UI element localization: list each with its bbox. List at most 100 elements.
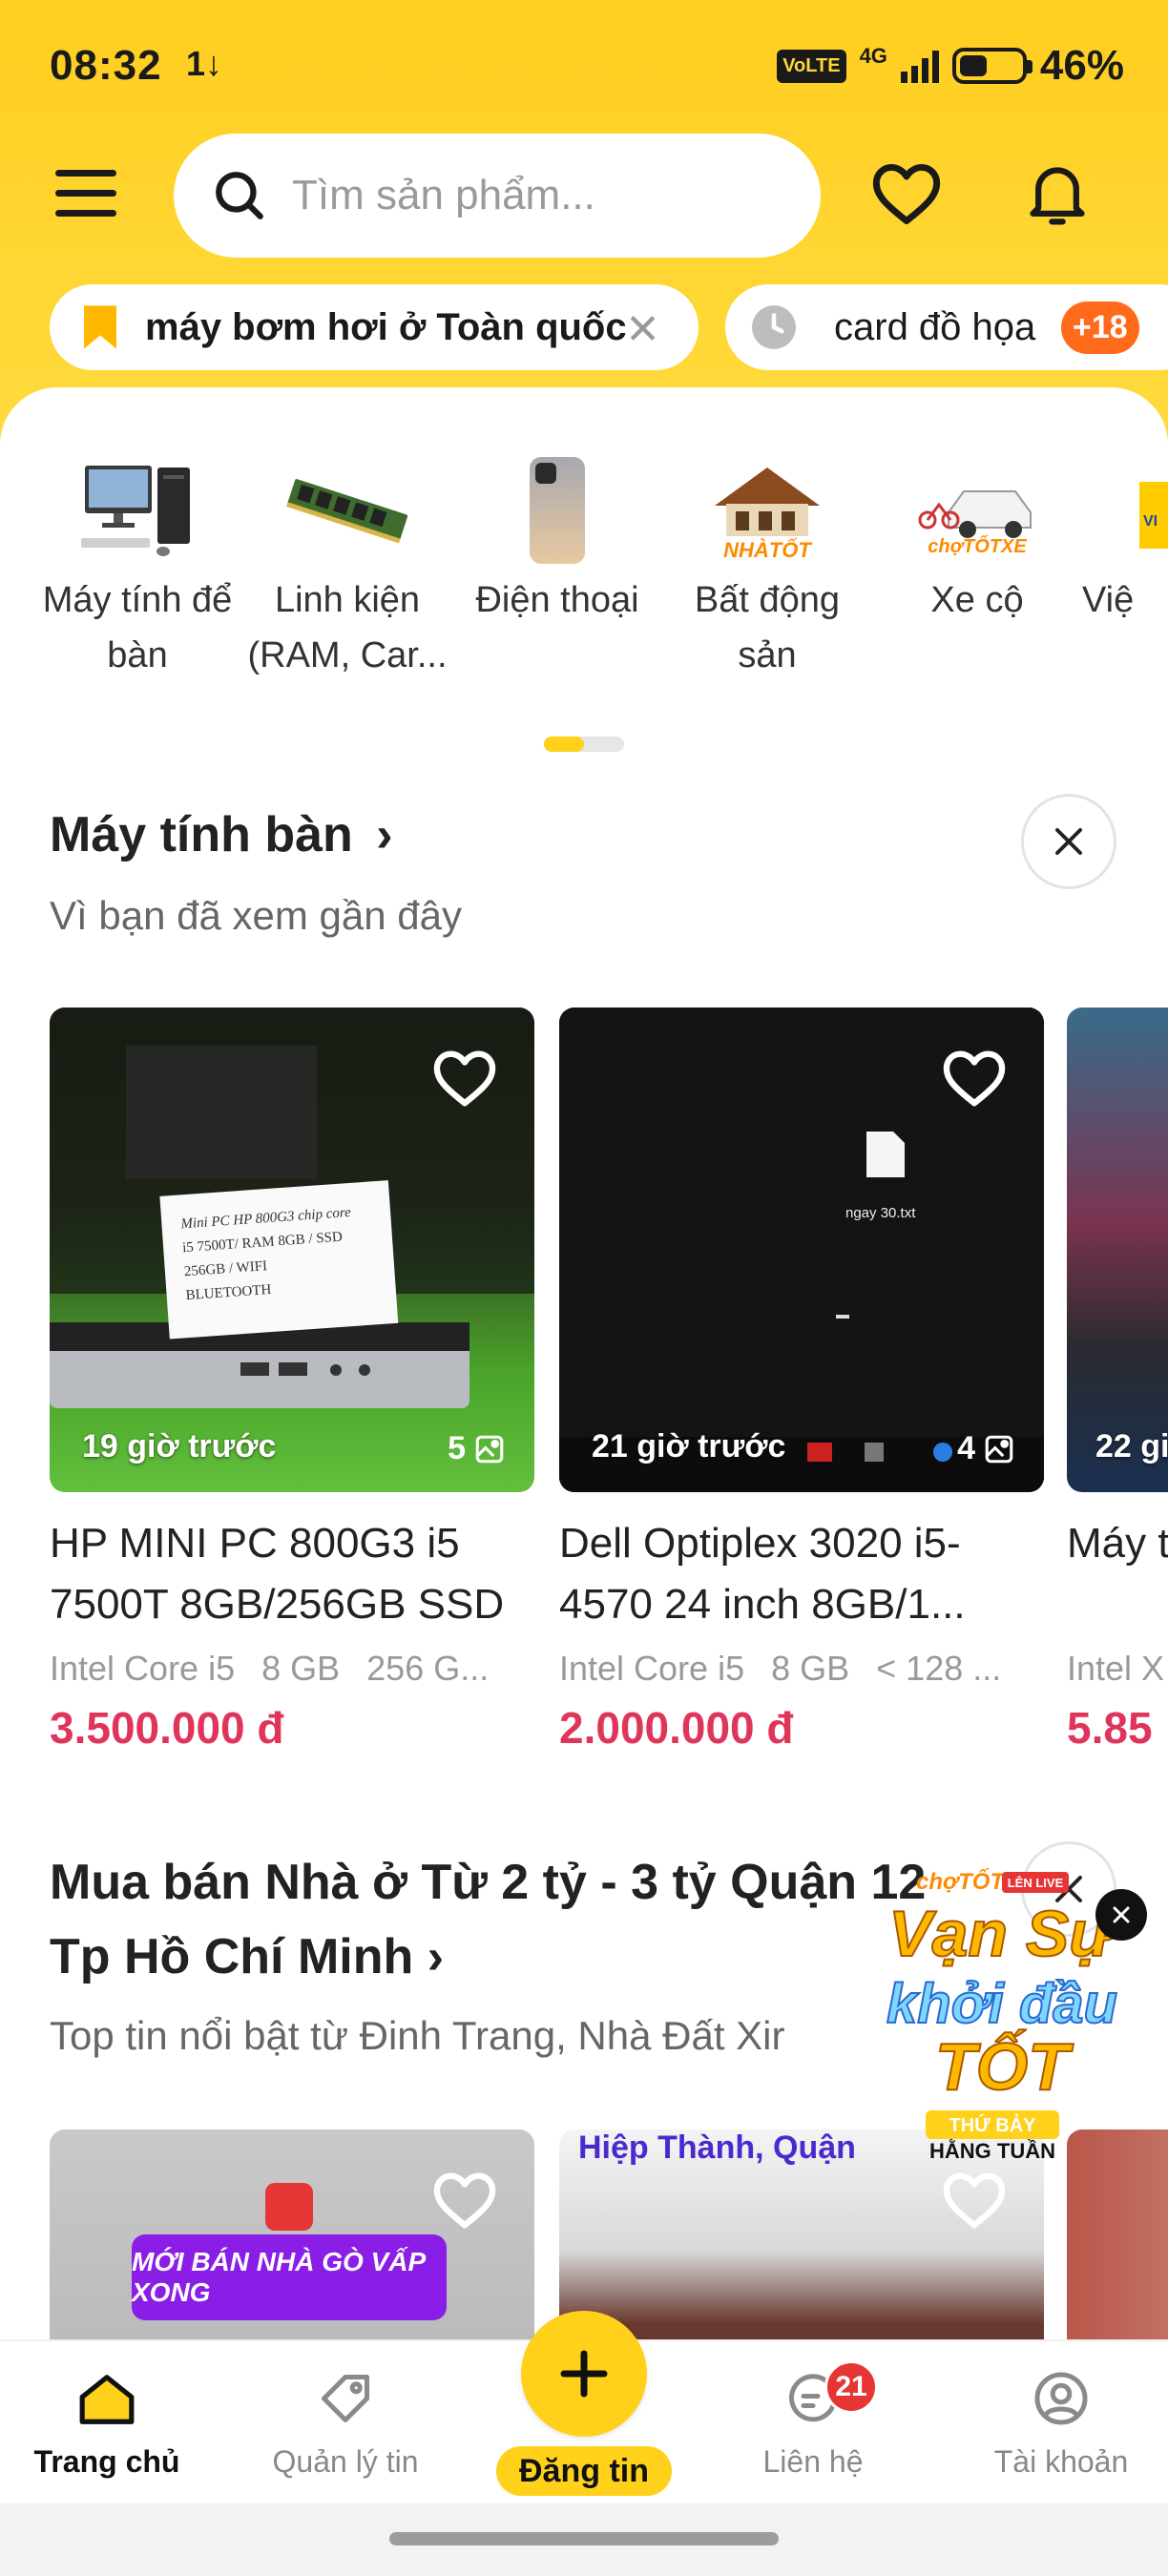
jobs-icon: VI — [1139, 482, 1168, 549]
nav-manage-listings[interactable]: Quản lý tin — [240, 2341, 450, 2480]
category-label: Việ — [1082, 580, 1135, 620]
save-heart-icon[interactable] — [941, 1048, 1008, 1109]
posted-time: 21 giờ trước — [592, 1428, 786, 1465]
posted-time: 19 giờ trước — [82, 1428, 277, 1465]
battery-icon — [951, 48, 1032, 84]
category-item[interactable]: Linh kiện (RAM, Car... — [242, 448, 452, 683]
status-icons: VoLTE 4G 46% — [777, 42, 1124, 90]
category-item[interactable]: VI Việ — [1082, 448, 1168, 628]
section-title[interactable]: Máy tính bàn › — [50, 798, 393, 872]
image-icon — [985, 1435, 1013, 1463]
category-label: Máy tính để bàn — [42, 580, 233, 675]
phone-icon — [530, 457, 585, 564]
menu-icon[interactable] — [55, 170, 116, 219]
category-label: Linh kiện (RAM, Car... — [247, 580, 448, 675]
nav-contacts[interactable]: Liên hệ — [708, 2341, 918, 2480]
recent-search-chip[interactable]: card đồ họa +18 — [725, 284, 1168, 370]
product-image: 22 gi — [1067, 1008, 1168, 1492]
product-specs: Intel Core i5 8 GB < 128 ... — [559, 1649, 1002, 1688]
favorites-heart-icon[interactable] — [870, 160, 943, 227]
category-carousel[interactable]: Máy tính để bàn Linh kiện (RAM, Car... Đ… — [0, 448, 1168, 706]
product-price: 2.000.000 đ — [559, 1703, 794, 1753]
svg-text:TỐT: TỐT — [935, 2028, 1074, 2104]
product-title: HP MINI PC 800G3 i5 7500T 8GB/256GB SSD — [50, 1520, 505, 1628]
product-card[interactable]: Mini PC HP 800G3 chip core i5 7500T/ RAM… — [50, 1008, 534, 1754]
chip-label: card đồ họa — [834, 305, 1036, 348]
close-icon — [1113, 1906, 1130, 1923]
chevron-right-icon: › — [427, 1929, 445, 1984]
search-icon — [216, 172, 263, 219]
product-specs: Intel X — [1067, 1649, 1165, 1688]
product-specs: Intel Core i5 8 GB 256 G... — [50, 1649, 490, 1688]
home-icon — [79, 2375, 135, 2424]
category-item[interactable]: Máy tính để bàn — [32, 448, 242, 683]
recent-search-chip[interactable]: máy bơm hơi ở Toàn quốc ✕ — [50, 284, 699, 370]
category-label: Điện thoại — [475, 580, 639, 620]
image-icon — [475, 1435, 504, 1463]
svg-text:VI: VI — [1143, 513, 1158, 530]
product-card[interactable]: ngay 30.txt 21 giờ trước 4 Dell Optiplex… — [559, 1008, 1044, 1754]
svg-text:khởi đầu: khởi đầu — [886, 1973, 1117, 2035]
product-price: 5.85 — [1067, 1703, 1153, 1753]
product-image: ngay 30.txt 21 giờ trước 4 — [559, 1008, 1044, 1492]
post-listing-label[interactable]: Đăng tin — [496, 2446, 672, 2496]
svg-text:LÊN LIVE: LÊN LIVE — [1008, 1876, 1064, 1890]
category-item[interactable]: Điện thoại — [452, 448, 662, 628]
svg-text:chợTỐTXE: chợTỐTXE — [928, 534, 1027, 557]
svg-text:Vạn Sự: Vạn Sự — [888, 1898, 1120, 1970]
product-card[interactable]: 22 gi Máy t 2673 Intel X 5.85 — [1067, 1008, 1168, 1754]
desktop-computer-icon — [81, 466, 190, 556]
status-bar: 08:32 1↓ VoLTE 4G 46% — [0, 0, 1168, 134]
svg-text:ngay 30.txt: ngay 30.txt — [845, 1205, 916, 1221]
svg-text:NHÀTỐT: NHÀTỐT — [723, 538, 812, 562]
more-count-badge[interactable]: +18 — [1061, 301, 1139, 354]
tag-icon — [322, 2375, 369, 2422]
section-subtitle: Top tin nổi bật từ Đinh Trang, Nhà Đất X… — [50, 2013, 785, 2058]
listing-image: MỚI BÁN NHÀ GÒ VẤP XONG — [50, 2129, 534, 2339]
close-promo-button[interactable] — [1095, 1889, 1147, 1941]
section-subtitle: Vì bạn đã xem gần đây — [50, 893, 462, 938]
listing-card[interactable]: MỚI BÁN NHÀ GÒ VẤP XONG — [50, 2129, 534, 2339]
battery-percent: 46% — [1039, 42, 1124, 89]
volte-badge: VoLTE — [777, 49, 846, 83]
svg-text:chợTỐT: chợTỐT — [916, 1868, 1006, 1895]
home-indicator[interactable] — [389, 2532, 779, 2545]
carousel-page-indicator — [544, 737, 624, 752]
product-image: Mini PC HP 800G3 chip core i5 7500T/ RAM… — [50, 1008, 534, 1492]
plus-icon — [560, 2350, 608, 2398]
product-title: Dell Optiplex 3020 i5-4570 24 inch 8GB/1… — [559, 1520, 966, 1628]
category-label: Bất động sản — [694, 580, 841, 675]
ram-stick-icon — [286, 479, 408, 544]
dismiss-section-button[interactable] — [1021, 794, 1116, 889]
account-icon — [1034, 2372, 1088, 2425]
svg-text:HẰNG TUẦN: HẰNG TUẦN — [929, 2139, 1055, 2163]
product-price: 3.500.000 đ — [50, 1703, 284, 1753]
category-item[interactable]: NHÀTỐT Bất động sản — [662, 448, 872, 683]
category-item[interactable]: chợTỐTXE Xe cộ — [872, 448, 1082, 628]
search-input[interactable] — [292, 172, 788, 219]
bookmark-icon — [84, 305, 116, 349]
post-listing-button[interactable] — [521, 2311, 647, 2437]
chevron-right-icon: › — [376, 807, 393, 862]
search-bar[interactable] — [174, 134, 821, 258]
posted-time: 22 gi — [1095, 1428, 1168, 1465]
notification-bell-icon[interactable] — [1025, 158, 1090, 231]
chip-label: máy bơm hơi ở Toàn quốc — [145, 305, 627, 348]
house-icon: NHÀTỐT — [715, 467, 820, 562]
car-icon: chợTỐTXE — [918, 490, 1032, 557]
svg-text:THỨ BẢY: THỨ BẢY — [949, 2113, 1036, 2136]
save-heart-icon[interactable] — [431, 2170, 498, 2231]
history-clock-icon — [752, 305, 796, 349]
nav-account[interactable]: Tài khoản — [956, 2341, 1166, 2480]
nav-home[interactable]: Trang chủ — [2, 2341, 212, 2480]
save-heart-icon[interactable] — [431, 1048, 498, 1109]
status-time: 08:32 — [50, 42, 162, 89]
lte-label: 4G — [859, 44, 887, 68]
unread-messages-badge: 21 — [824, 2360, 878, 2414]
photo-count: 4 — [957, 1430, 1015, 1467]
remove-chip-icon[interactable]: ✕ — [625, 305, 660, 354]
live-promo-banner[interactable]: chợTỐT LÊN LIVE Vạn Sự khởi đầu TỐT THỨ … — [859, 1860, 1147, 2185]
close-icon — [1055, 828, 1082, 855]
category-label: Xe cộ — [930, 580, 1024, 620]
listing-banner: Hiệp Thành, Quận — [578, 2129, 856, 2166]
